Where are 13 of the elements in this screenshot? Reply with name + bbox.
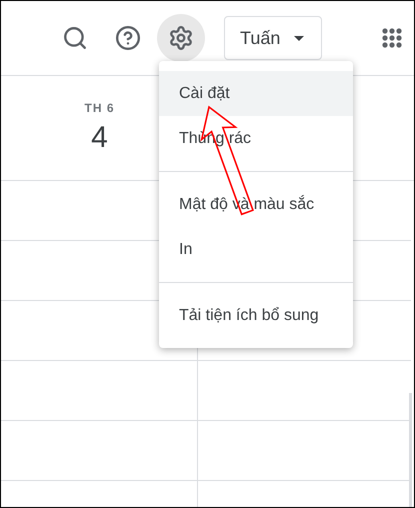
weekday-label: TH 6 bbox=[84, 100, 114, 117]
apps-grid-icon[interactable] bbox=[382, 28, 402, 48]
scrollbar-thumb[interactable] bbox=[409, 393, 412, 507]
help-icon bbox=[115, 25, 141, 51]
view-dropdown[interactable]: Tuấn bbox=[224, 16, 322, 60]
caret-icon bbox=[294, 36, 304, 40]
date-number: 4 bbox=[91, 123, 108, 153]
menu-item[interactable]: In bbox=[159, 227, 353, 272]
settings-button[interactable] bbox=[157, 14, 205, 62]
settings-icon bbox=[168, 25, 194, 51]
menu-item[interactable]: Tải tiện ích bổ sung bbox=[159, 293, 353, 338]
search-icon bbox=[62, 25, 88, 51]
menu-item[interactable]: Cài đặt bbox=[159, 71, 353, 116]
